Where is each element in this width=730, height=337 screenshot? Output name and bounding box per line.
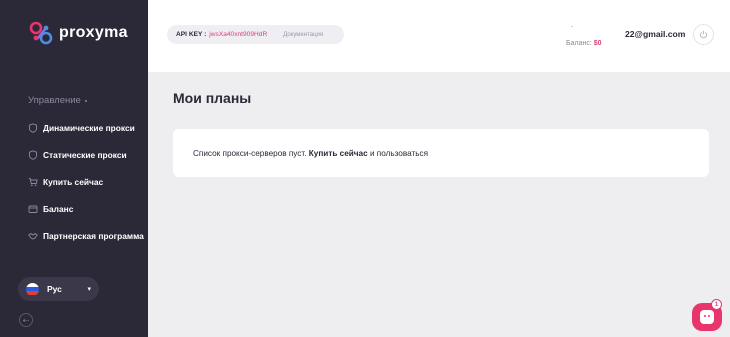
sidebar: proxyma Управление Динамические прокси С… bbox=[0, 0, 148, 337]
shield-icon bbox=[28, 150, 38, 160]
balance-display: Баланс: $0 bbox=[566, 40, 602, 47]
sidebar-item-label: Динамические прокси bbox=[43, 123, 135, 133]
section-dot bbox=[84, 99, 87, 102]
balance-label: Баланс: bbox=[566, 40, 592, 47]
sidebar-item-dynamic-proxies[interactable]: Динамические прокси bbox=[28, 120, 135, 136]
shield-icon bbox=[28, 123, 38, 133]
logo[interactable]: proxyma bbox=[28, 20, 128, 46]
sidebar-item-label: Партнерская программа bbox=[43, 231, 144, 241]
arrow-left-icon: ⇠ bbox=[22, 315, 30, 325]
sidebar-item-static-proxies[interactable]: Статические прокси bbox=[28, 147, 127, 163]
brand-name: proxyma bbox=[59, 24, 128, 41]
balance-dash: - bbox=[571, 24, 574, 31]
balance-value: $0 bbox=[593, 40, 602, 47]
empty-plans-message: Список прокси-серверов пуст. Купить сейч… bbox=[193, 149, 428, 158]
top-bar: API KEY : jwsXa40xnt909HdR Документация … bbox=[148, 0, 730, 72]
sidebar-item-buy-now[interactable]: Купить сейчас bbox=[28, 174, 103, 190]
api-key-pill: API KEY : jwsXa40xnt909HdR Документация bbox=[167, 25, 344, 44]
power-icon bbox=[700, 30, 707, 39]
russia-flag-icon bbox=[26, 282, 39, 296]
language-label: Рус bbox=[47, 284, 62, 294]
empty-text-after: и пользоваться bbox=[369, 149, 429, 158]
sidebar-item-balance[interactable]: Баланс bbox=[28, 201, 73, 217]
cart-icon bbox=[28, 178, 38, 187]
user-email[interactable]: 22@gmail.com bbox=[625, 29, 685, 39]
sidebar-item-label: Купить сейчас bbox=[43, 177, 104, 187]
sidebar-section-label: Управление bbox=[28, 95, 87, 106]
collapse-sidebar-button[interactable]: ⇠ bbox=[19, 313, 33, 327]
chat-bubble-icon bbox=[700, 310, 714, 324]
empty-text-before: Список прокси-серверов пуст. bbox=[193, 149, 307, 158]
chat-notification-badge: 1 bbox=[711, 299, 722, 310]
section-label-text: Управление bbox=[28, 95, 81, 106]
buy-now-link[interactable]: Купить сейчас bbox=[309, 149, 368, 158]
sidebar-item-affiliate[interactable]: Партнерская программа bbox=[28, 228, 144, 244]
chevron-down-icon: ▾ bbox=[87, 286, 91, 293]
logout-button[interactable] bbox=[693, 24, 714, 45]
wallet-icon bbox=[28, 205, 38, 213]
api-key-value[interactable]: jwsXa40xnt909HdR bbox=[209, 31, 267, 38]
handshake-icon bbox=[28, 232, 38, 240]
proxyma-logo-icon bbox=[29, 21, 53, 45]
docs-link[interactable]: Документация bbox=[283, 32, 323, 38]
sidebar-item-label: Баланс bbox=[43, 204, 74, 214]
language-selector[interactable]: Рус ▾ bbox=[18, 277, 99, 301]
sidebar-item-label: Статические прокси bbox=[43, 150, 127, 160]
plans-card: Список прокси-серверов пуст. Купить сейч… bbox=[173, 129, 709, 177]
api-key-label: API KEY : bbox=[176, 31, 207, 38]
page-title: Мои планы bbox=[173, 90, 252, 106]
